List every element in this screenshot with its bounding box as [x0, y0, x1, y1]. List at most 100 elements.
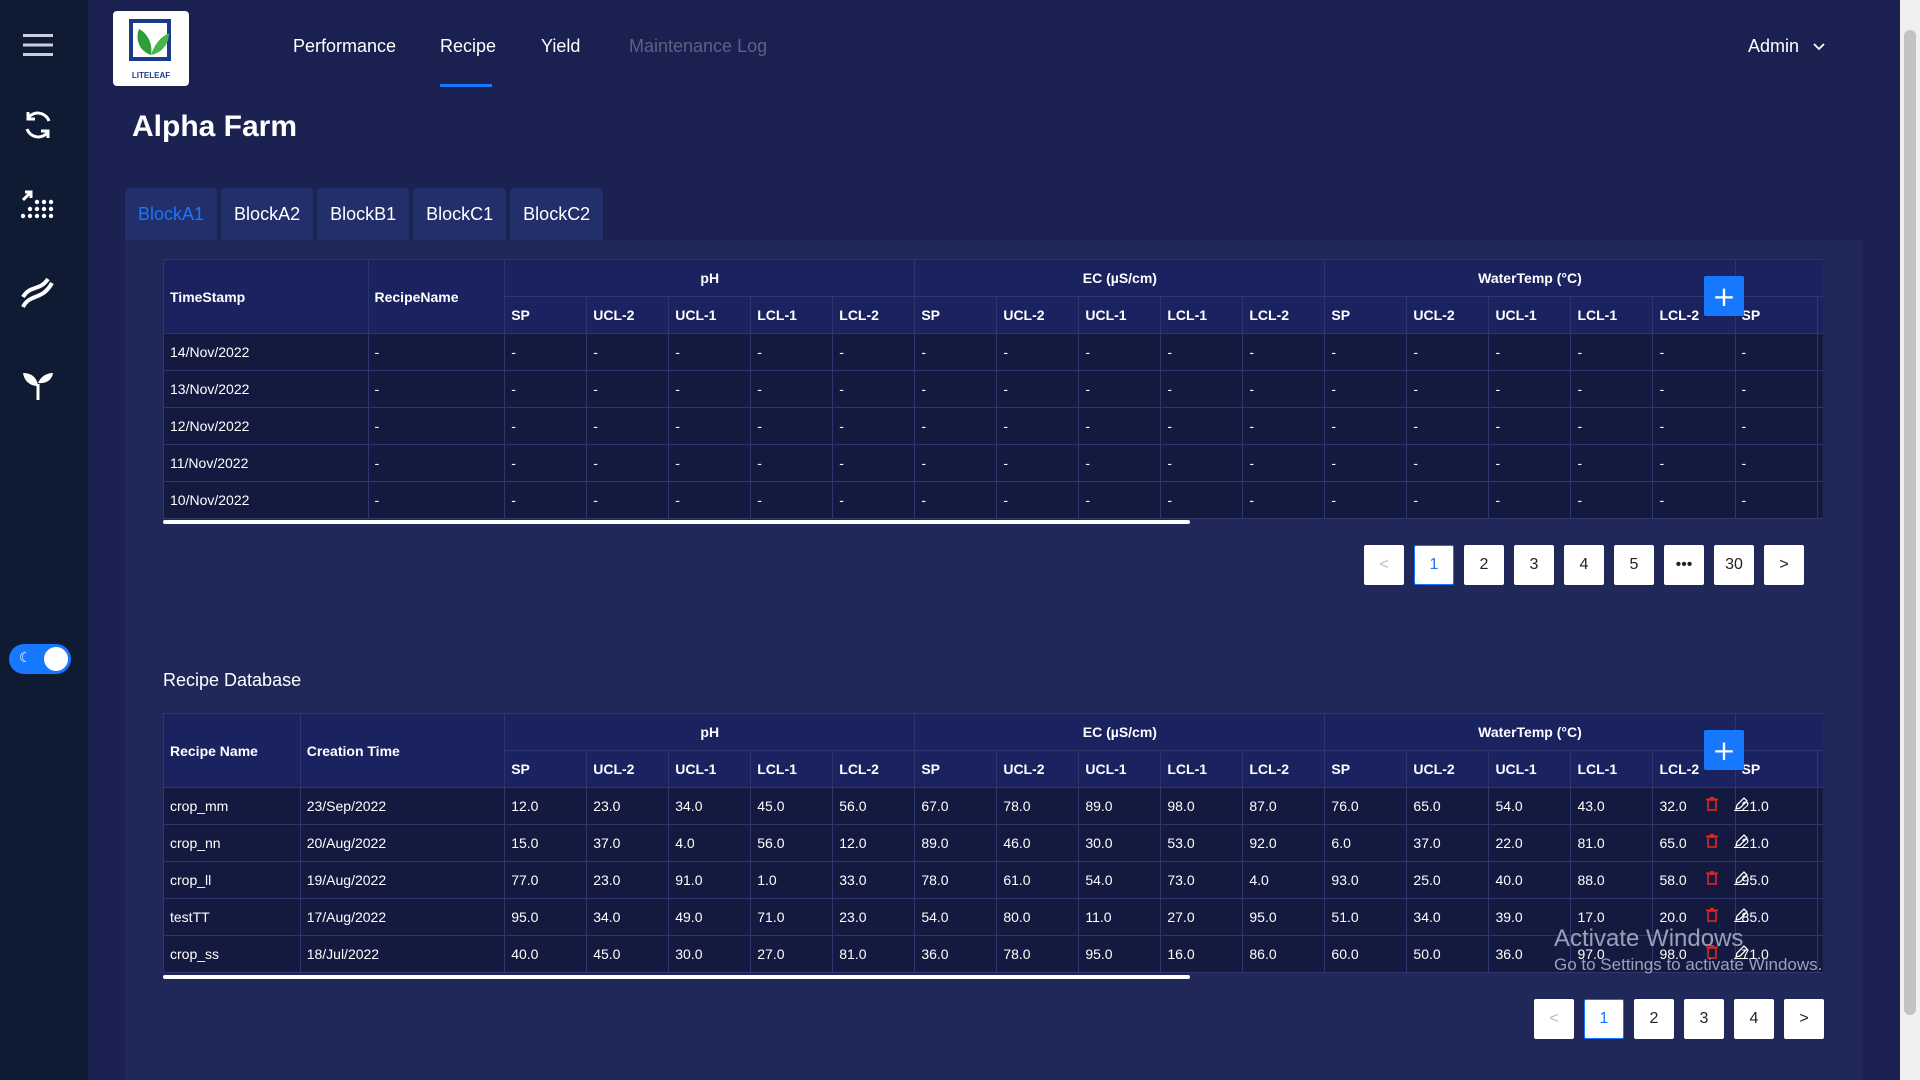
creation-time-cell: 20/Aug/2022	[299, 824, 506, 862]
plus-icon: +	[1712, 279, 1736, 313]
page-5-button[interactable]: 5	[1614, 545, 1654, 585]
tab-blocka2[interactable]: BlockA2	[221, 188, 314, 240]
value-cell: -	[1816, 370, 1823, 408]
value-cell: 5.0	[1816, 861, 1823, 899]
value-cell: 78.0	[996, 935, 1080, 973]
table-row[interactable]: 13/Nov/2022------------------	[163, 370, 1823, 408]
value-cell: -	[1078, 333, 1162, 371]
nav-recipe[interactable]: Recipe	[440, 36, 496, 57]
tab-blockc2[interactable]: BlockC2	[510, 188, 604, 240]
delete-icon[interactable]	[1706, 797, 1718, 811]
value-cell: 40.0	[504, 935, 588, 973]
value-cell: -	[1816, 407, 1823, 445]
edit-icon[interactable]	[1734, 797, 1748, 811]
value-cell: -	[832, 407, 916, 445]
value-cell: 56.0	[832, 787, 916, 825]
value-cell: 61.0	[996, 861, 1080, 899]
value-cell: -	[586, 407, 670, 445]
vscroll-thumb[interactable]	[1904, 30, 1916, 1015]
page-2-button[interactable]: 2	[1634, 999, 1674, 1039]
page-3-button[interactable]: 3	[1514, 545, 1554, 585]
value-cell: -	[1652, 370, 1736, 408]
timestamp-cell: 11/Nov/2022	[163, 444, 369, 482]
recipe-log-table: TimeStamp RecipeName pH EC (µS/cm) Water…	[163, 259, 1823, 519]
table-row[interactable]: crop_ll 19/Aug/2022 77.0 23.0 91.0 1.0 33.0 78.…	[163, 861, 1823, 899]
value-cell: -	[1570, 370, 1654, 408]
tab-blockc1[interactable]: BlockC1	[413, 188, 507, 240]
group-ph: pH	[504, 713, 916, 751]
analytics-icon[interactable]	[20, 185, 56, 221]
group-watertemp: WaterTemp (°C)	[1324, 259, 1736, 297]
tab-blocka1[interactable]: BlockA1	[125, 188, 218, 240]
recipe-name-cell: crop_mm	[163, 787, 301, 825]
table-row[interactable]: 12/Nov/2022------------------	[163, 407, 1823, 445]
group-ec: EC (µS/cm)	[914, 713, 1326, 751]
subcol-header: LCL-1	[750, 296, 834, 334]
delete-icon[interactable]	[1706, 908, 1718, 922]
prev-page-button[interactable]: <	[1534, 999, 1574, 1039]
menu-icon[interactable]	[20, 27, 56, 63]
page-30-button[interactable]: 30	[1714, 545, 1754, 585]
page-2-button[interactable]: 2	[1464, 545, 1504, 585]
nav-maintenance-log[interactable]: Maintenance Log	[629, 36, 767, 57]
delete-icon[interactable]	[1706, 834, 1718, 848]
next-page-button[interactable]: >	[1784, 999, 1824, 1039]
refresh-icon[interactable]	[20, 107, 56, 143]
value-cell: 43.0	[1570, 787, 1654, 825]
table2-hscrollbar[interactable]	[163, 975, 1190, 979]
recipename-cell: -	[367, 444, 506, 482]
page-4-button[interactable]: 4	[1734, 999, 1774, 1039]
prev-page-button[interactable]: <	[1364, 545, 1404, 585]
value-cell: -	[1488, 407, 1572, 445]
subcol-header: SP	[1324, 296, 1408, 334]
table-row[interactable]: crop_nn 20/Aug/2022 15.0 37.0 4.0 56.0 12.0 89.…	[163, 824, 1823, 862]
value-cell: 12.0	[504, 787, 588, 825]
value-cell: 30.0	[1078, 824, 1162, 862]
page-vscrollbar[interactable]	[1900, 0, 1920, 1080]
subcol-header: LCL-2	[1242, 750, 1326, 788]
value-cell: -	[1488, 481, 1572, 519]
table-row[interactable]: crop_mm 23/Sep/2022 12.0 23.0 34.0 45.0 56.0 67…	[163, 787, 1823, 825]
subcol-header: LCL-2	[1242, 296, 1326, 334]
recipename-cell: -	[367, 481, 506, 519]
add-recipe-button[interactable]: +	[1704, 730, 1744, 770]
admin-menu[interactable]: Admin	[1748, 36, 1825, 57]
creation-time-cell: 19/Aug/2022	[299, 861, 506, 899]
add-record-button[interactable]: +	[1704, 276, 1744, 316]
page-3-button[interactable]: 3	[1684, 999, 1724, 1039]
next-page-button[interactable]: >	[1764, 545, 1804, 585]
group-next	[1734, 713, 1823, 751]
subcol-header: SP	[914, 750, 998, 788]
page-1-button[interactable]: 1	[1414, 545, 1454, 585]
hydro-icon[interactable]	[20, 276, 56, 312]
subcol-header: LCL-1	[1570, 750, 1654, 788]
value-cell: -	[914, 370, 998, 408]
liteleaf-logo[interactable]: LITELEAF	[113, 11, 189, 86]
delete-icon[interactable]	[1706, 871, 1718, 885]
edit-icon[interactable]	[1734, 834, 1748, 848]
table-row[interactable]: 11/Nov/2022------------------	[163, 444, 1823, 482]
theme-toggle[interactable]: ☾	[9, 644, 71, 674]
value-cell: -	[1242, 407, 1326, 445]
recipe-name-cell: crop_nn	[163, 824, 301, 862]
toggle-knob	[44, 647, 68, 671]
page-1-button[interactable]: 1	[1584, 999, 1624, 1039]
tab-blockb1[interactable]: BlockB1	[317, 188, 410, 240]
table-row[interactable]: 14/Nov/2022------------------	[163, 333, 1823, 371]
value-cell: -	[1242, 444, 1326, 482]
recipename-cell: -	[367, 407, 506, 445]
table-row[interactable]: 10/Nov/2022------------------	[163, 481, 1823, 519]
moon-icon: ☾	[19, 650, 32, 666]
value-cell: 22.0	[1488, 824, 1572, 862]
page-4-button[interactable]: 4	[1564, 545, 1604, 585]
table1-hscrollbar[interactable]	[163, 520, 1190, 524]
edit-icon[interactable]	[1734, 871, 1748, 885]
subcol-header: UCL-1	[1488, 750, 1572, 788]
value-cell: -	[832, 444, 916, 482]
plant-icon[interactable]	[20, 367, 56, 403]
nav-performance[interactable]: Performance	[293, 36, 396, 57]
nav-yield[interactable]: Yield	[541, 36, 580, 57]
value-cell: 12.0	[832, 824, 916, 862]
edit-icon[interactable]	[1734, 908, 1748, 922]
page-ellipsis-button[interactable]: •••	[1664, 545, 1704, 585]
